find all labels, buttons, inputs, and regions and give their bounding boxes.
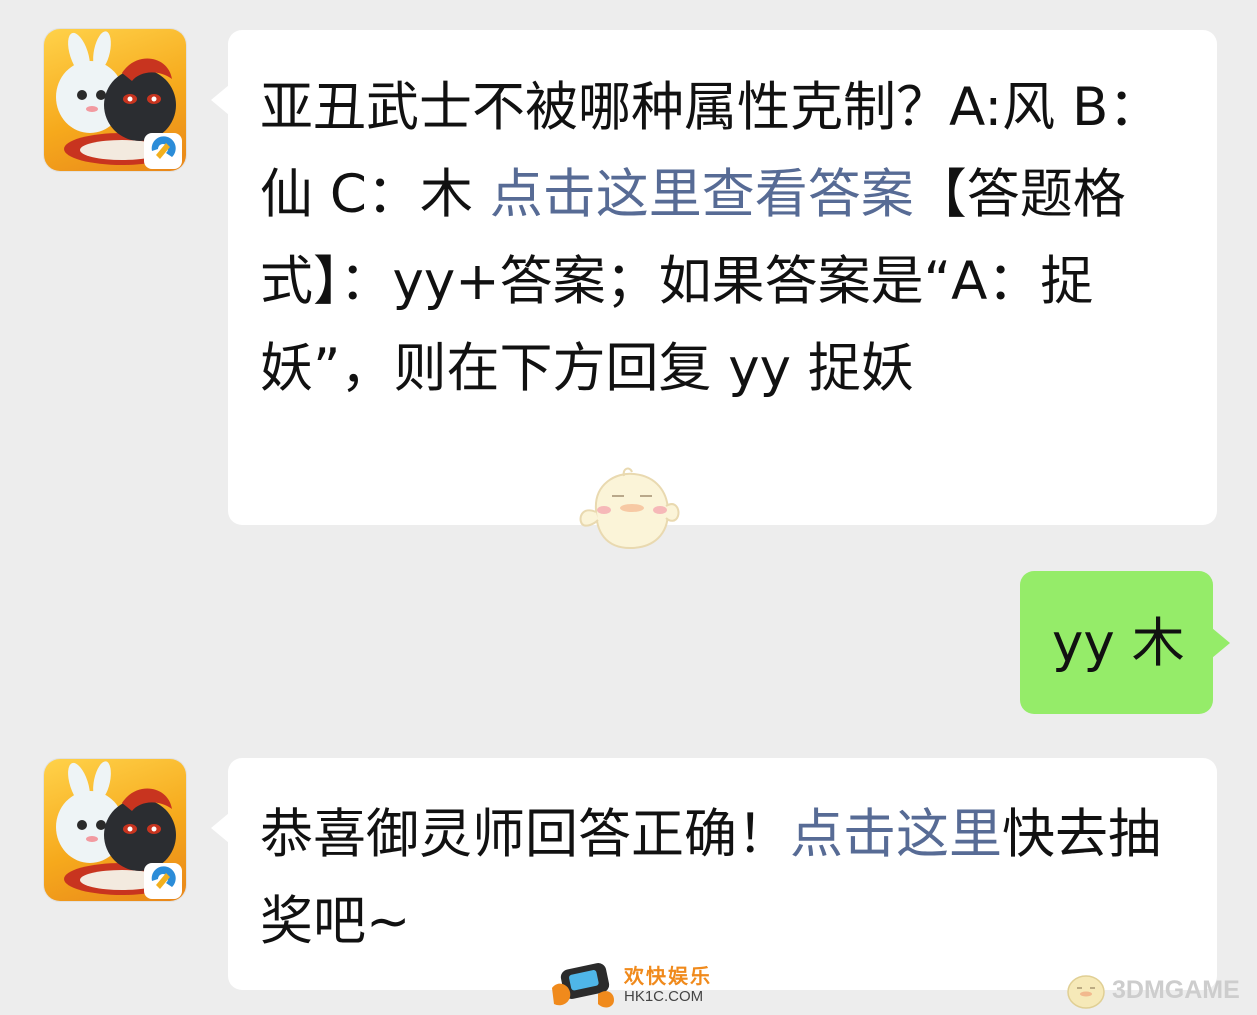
congrats-text: 恭喜御灵师回答正确！ xyxy=(260,804,790,865)
incoming-message-bubble: 亚丑武士不被哪种属性克制？A:风 B：仙 C：木 点击这里查看答案【答题格式】：… xyxy=(211,30,1217,525)
hk1c-url: HK1C.COM xyxy=(624,988,704,1005)
hk1c-title: 欢快娱乐 xyxy=(624,964,712,988)
game-mascot-icon xyxy=(56,31,182,169)
hk1c-watermark: 欢快娱乐 HK1C.COM xyxy=(548,958,718,1010)
incoming-message-bubble: 恭喜御灵师回答正确！点击这里快去抽奖吧~ xyxy=(211,758,1217,990)
reply-text: yy 木 xyxy=(1052,613,1185,674)
lottery-link[interactable]: 点击这里 xyxy=(790,804,1002,865)
sender-avatar[interactable] xyxy=(44,29,186,171)
game-mascot-icon xyxy=(56,761,182,899)
3dmgame-text: 3DMGAME xyxy=(1112,976,1240,1004)
duck-logo-icon xyxy=(1067,975,1105,1009)
3dmgame-watermark: 3DMGAME xyxy=(1062,962,1252,1012)
view-answer-link[interactable]: 点击这里查看答案 xyxy=(490,164,914,225)
sender-avatar[interactable] xyxy=(44,759,186,901)
gamepad-hand-icon xyxy=(552,963,614,1008)
outgoing-message-bubble: yy 木 xyxy=(1020,571,1230,714)
duck-sticker-icon xyxy=(579,467,680,550)
